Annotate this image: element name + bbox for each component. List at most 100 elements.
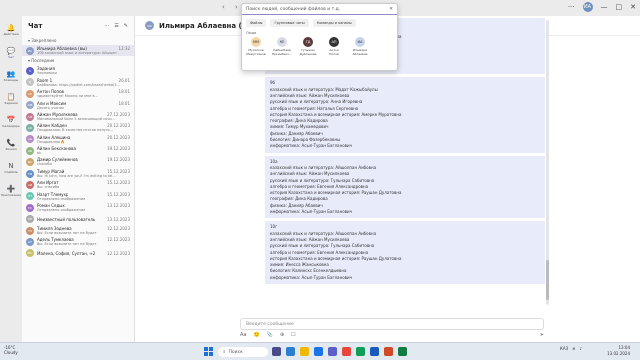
search-filter-chip[interactable]: Групповые чаты xyxy=(270,19,309,27)
clear-search-icon[interactable]: ✕ xyxy=(389,7,393,12)
taskbar-app-icon[interactable] xyxy=(286,347,295,356)
person-result[interactable]: ИА Ильмира Аблаевна xyxy=(350,37,370,57)
rail-item[interactable]: 📞 Звонки xyxy=(0,135,22,155)
wifi-icon[interactable]: ≋ xyxy=(572,346,575,351)
taskbar-app-icon[interactable] xyxy=(314,347,323,356)
composer-tool-icon[interactable]: 📎 xyxy=(267,332,273,340)
rail-item[interactable]: N OneNote xyxy=(0,158,22,178)
message-bubble[interactable]: 10а казахский язык и литература: Айшолпан… xyxy=(265,155,545,219)
rail-item[interactable]: ➕ Приложения xyxy=(0,181,22,201)
new-chat-icon[interactable]: ✎ xyxy=(124,23,128,29)
chat-list-item[interactable]: R Room 1 26.01 Байболова: https://padlet.co… xyxy=(22,77,134,88)
chat-list-item[interactable]: З Задания Черновики xyxy=(22,65,134,76)
taskbar-search[interactable]: ⌕ Поиск xyxy=(218,347,268,357)
scroll-thumb[interactable] xyxy=(546,260,549,300)
back-icon[interactable]: ‹ xyxy=(222,3,225,11)
person-result[interactable]: АП Антон Попов xyxy=(324,37,344,57)
chat-item-body: Роман Седых 13.12.2023 Отправлено изображе… xyxy=(37,203,130,213)
rail-item[interactable]: 📋 Задания xyxy=(0,89,22,109)
forward-icon[interactable]: › xyxy=(235,3,238,11)
profile-avatar[interactable]: ИА xyxy=(582,2,593,12)
chat-list-item[interactable]: РС Роман Седых 13.12.2023 Отправлено изобра… xyxy=(22,202,134,213)
weather-widget[interactable]: -16°C Cloudy xyxy=(4,345,18,355)
person-name: Ильмира Аблаевна xyxy=(352,48,368,56)
chat-list-item[interactable]: ТМ Тимур Магай 15.12.2023 Вы: Hi John, how … xyxy=(22,168,134,179)
person-result[interactable]: ГД Гульжан Дуйсенова xyxy=(298,37,318,57)
chat-item-name: Али и Максим xyxy=(37,100,67,106)
chat-list-item[interactable]: ДС Дамир Сулейменов 19.12.2023 спасибо xyxy=(22,157,134,168)
search-filter-chip[interactable]: Команды и каналы xyxy=(312,19,356,27)
excel-icon[interactable] xyxy=(398,347,407,356)
search-filter-chip[interactable]: Файлы xyxy=(246,19,267,27)
language-indicator[interactable]: КАЗ xyxy=(560,346,568,351)
chat-list-item[interactable]: АП Антон Попов 18.01 здравствуйте! Можно ли… xyxy=(22,88,134,99)
composer-tool-icon[interactable]: ☐ xyxy=(291,332,295,340)
taskbar-app-icon[interactable] xyxy=(272,347,281,356)
teams-icon[interactable] xyxy=(328,347,337,356)
rail-item[interactable]: 📅 Календарь xyxy=(0,112,22,132)
chat-list-item[interactable]: АА Айлин Алешина 20.12.2023 Поздравляю 🔥 xyxy=(22,134,134,145)
rail-label: OneNote xyxy=(4,170,18,174)
rail-item[interactable]: 🔔 Действия xyxy=(0,20,22,40)
chat-item-body: Малена, София, Султан, +2 12.12.2023 xyxy=(37,251,130,256)
message-bubble[interactable]: 10г казахский язык и литература: Айшолпан… xyxy=(265,221,545,284)
chat-item-body: Room 1 26.01 Байболова: https://padlet.com… xyxy=(37,78,130,88)
chat-item-name: Айлин Бексканова xyxy=(37,146,76,152)
rail-item[interactable]: 👥 Команды xyxy=(0,66,22,86)
chat-list-item[interactable]: АТ Адель Тумклаева 12.12.2023 Вы: Если возь… xyxy=(22,236,134,247)
chat-list-item[interactable]: ТЗ Тимиля Зоднева 12.12.2023 Вы: Если возьм… xyxy=(22,225,134,236)
more-options-icon[interactable]: ⋯ xyxy=(104,23,109,29)
send-button[interactable]: ➤ xyxy=(540,332,544,340)
rail-label: Календарь xyxy=(2,124,20,128)
chat-item-body: Антон Попов 18.01 здравствуйте! Можно ли м… xyxy=(37,89,130,99)
chat-list-item[interactable]: НП Неизвестный пользователь 13.12.2023 xyxy=(22,213,134,224)
chat-item-preview: Десять ученик xyxy=(37,105,65,110)
volume-icon[interactable]: ♪ xyxy=(580,346,583,351)
chat-item-name: Назрт Тлемухр xyxy=(37,191,69,197)
chat-item-preview: ok xyxy=(37,151,42,156)
composer-placeholder: Введите сообщение xyxy=(246,321,294,327)
more-icon[interactable]: ··· xyxy=(568,3,575,11)
chat-item-body: Задания Черновики xyxy=(37,66,130,76)
recent-section-label[interactable]: ▾ Последние xyxy=(22,56,134,65)
chat-list-item[interactable]: АИ Али Иргат 15.12.2023 Вы: спасибо xyxy=(22,179,134,190)
composer-tool-icon[interactable]: 🙂 xyxy=(253,332,259,340)
chat-item-preview: Вы: спасибо xyxy=(37,185,60,190)
clock[interactable]: 13:04 13.02.2024 xyxy=(607,345,630,356)
avatar: РС xyxy=(26,203,34,212)
folder-icon[interactable] xyxy=(300,347,309,356)
close-button[interactable]: ✕ xyxy=(630,3,636,11)
chat-list-item[interactable]: АК Айлин Кабден 20.12.2023 Поздравляю: В ка… xyxy=(22,122,134,133)
taskbar-search-label: Поиск xyxy=(228,349,243,355)
pinned-section-label[interactable]: ▾ Закреплено xyxy=(22,36,134,45)
chat-list-item[interactable]: АМ Айжан Мусилкеева 27.12.2023 Минимальный … xyxy=(22,111,134,122)
filter-icon[interactable]: ☰ xyxy=(114,23,118,29)
person-result[interactable]: ММ Мусилков Мамутханов xyxy=(246,37,266,57)
chat-list-item[interactable]: АБ Айлин Бексканова 19.12.2023 ok xyxy=(22,145,134,156)
chat-item-time: 18.01 xyxy=(118,100,130,106)
chat-item-preview: здравствуйте! Можно ли мне в... xyxy=(37,94,98,99)
chat-item-top: Малена, София, Султан, +2 12.12.2023 xyxy=(37,251,130,256)
chat-list-item[interactable]: ИА Ильмира Аблаевна (вы) 12:32 10б казахски… xyxy=(22,45,134,57)
message-scrollbar[interactable] xyxy=(546,20,549,305)
chat-list-item[interactable]: МС Малена, София, Султан, +2 12.12.2023 xyxy=(22,248,134,259)
search-input[interactable]: Поиск людей, сообщений файлов и т.д. ✕ xyxy=(242,4,397,15)
person-name: Мусилков Мамутханов xyxy=(246,48,266,56)
composer-tool-icon[interactable]: Аа xyxy=(240,332,246,340)
chrome-icon[interactable] xyxy=(342,347,351,356)
powerpoint-icon[interactable] xyxy=(384,347,393,356)
word-icon[interactable] xyxy=(370,347,379,356)
message-bubble[interactable]: 9б казахский язык и литература: Мадат Каж… xyxy=(265,77,545,153)
maximize-button[interactable]: □ xyxy=(616,3,623,11)
rail-icon: 📋 xyxy=(6,93,16,101)
chat-list-item[interactable]: НТ Назрт Тлемухр 15.12.2023 Отправлено изоб… xyxy=(22,191,134,202)
message-input[interactable]: Введите сообщение xyxy=(240,318,544,330)
composer-tool-icon[interactable]: ⊕ xyxy=(280,332,284,340)
rail-icon: 🔔 xyxy=(6,24,16,32)
rail-item[interactable]: 💬 Чат xyxy=(0,43,22,63)
person-result[interactable]: КЕ Кабыкбаев Еркинбеко... xyxy=(272,37,292,57)
chat-list-item[interactable]: АМ Али и Максим 18.01 Десять ученик xyxy=(22,100,134,111)
taskbar-app-icon[interactable] xyxy=(356,347,365,356)
minimize-button[interactable]: — xyxy=(601,3,608,11)
start-button[interactable] xyxy=(204,347,213,356)
